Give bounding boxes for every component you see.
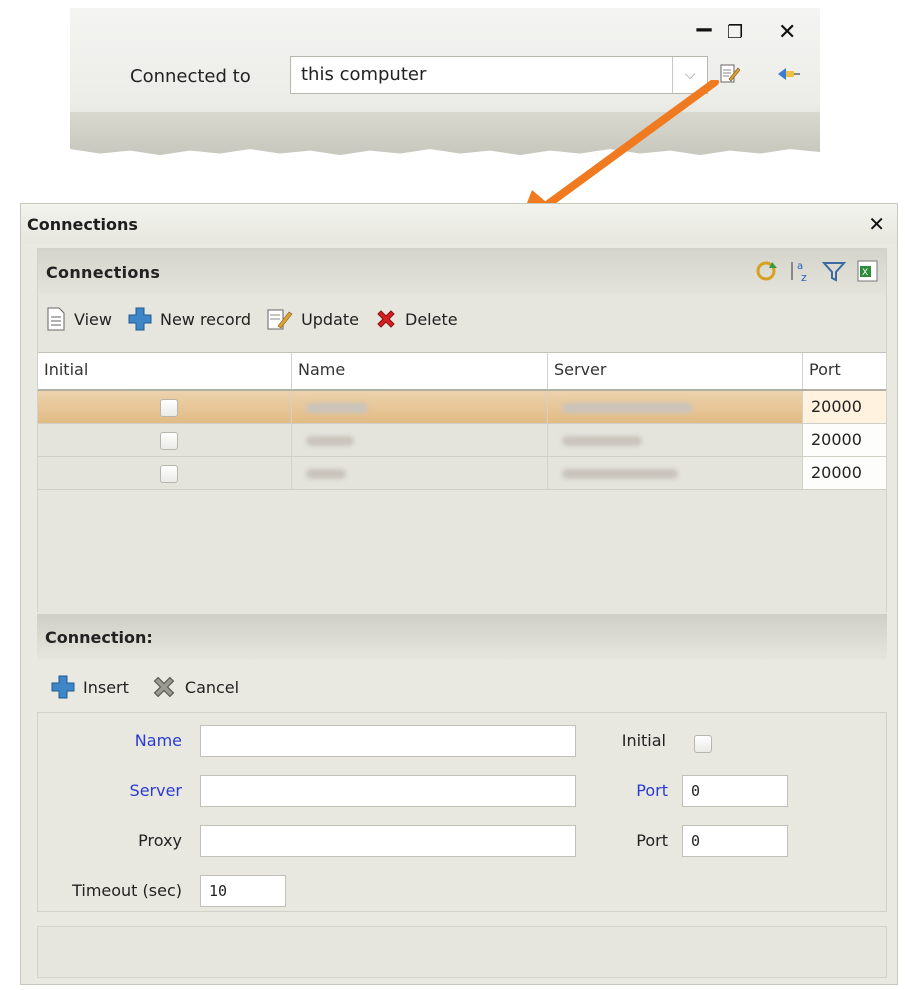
column-header-server[interactable]: Server [548, 353, 803, 389]
port-field[interactable]: 0 [682, 775, 788, 807]
port-label: Port [636, 781, 668, 800]
blurred-server [562, 402, 692, 413]
new-record-button[interactable]: New record [128, 307, 251, 331]
name-label: Name [134, 731, 182, 750]
initial-checkbox[interactable] [160, 464, 178, 483]
proxy-label: Proxy [138, 831, 182, 850]
delete-x-icon [377, 310, 395, 328]
blurred-name [306, 468, 346, 479]
plug-icon[interactable] [778, 66, 800, 82]
connection-form-header: Connection: [37, 614, 887, 660]
connection-form-toolbar: Insert Cancel [51, 674, 239, 700]
connection-select-value: this computer [301, 64, 427, 85]
proxy-port-field[interactable]: 0 [682, 825, 788, 857]
insert-button[interactable]: Insert [51, 674, 129, 700]
initial-checkbox[interactable] [160, 398, 178, 417]
port-cell: 20000 [803, 424, 886, 456]
name-field[interactable] [200, 725, 576, 757]
table-row[interactable]: 20000 [38, 391, 886, 424]
table-row[interactable]: 20000 [38, 457, 886, 490]
minimize-icon[interactable]: ‒ [695, 14, 713, 44]
dialog-title: Connections [27, 215, 138, 234]
delete-button[interactable]: Delete [375, 308, 458, 330]
close-window-icon[interactable]: ✕ [778, 20, 796, 45]
view-button[interactable]: View [46, 307, 112, 331]
connections-table: Initial Name Server Port 20000 20000 200… [38, 352, 886, 620]
insert-label: Insert [83, 677, 129, 697]
cancel-x-icon [153, 676, 175, 698]
connections-panel-header: Connections az X [38, 249, 886, 295]
initial-checkbox[interactable] [694, 735, 712, 753]
update-label: Update [301, 309, 360, 329]
blurred-server [562, 468, 678, 479]
connection-form: Name Initial Server Port 0 Proxy Port 0 … [37, 712, 887, 912]
new-record-label: New record [159, 309, 252, 329]
refresh-icon[interactable] [754, 259, 778, 283]
connection-form-title: Connection: [45, 628, 153, 647]
connections-toolbar: View New record Update Delete [46, 307, 458, 331]
connections-panel: Connections az X View New record Update [37, 248, 887, 620]
timeout-label: Timeout (sec) [72, 881, 182, 900]
dialog-titlebar: Connections ✕ [21, 204, 897, 244]
connections-dialog: Connections ✕ Connections az X View New … [20, 203, 898, 985]
excel-export-icon[interactable]: X [856, 259, 880, 283]
timeout-field[interactable]: 10 [200, 875, 286, 907]
cancel-button[interactable]: Cancel [151, 674, 239, 700]
filter-icon[interactable] [822, 259, 846, 283]
table-header: Initial Name Server Port [38, 353, 886, 391]
dialog-footer [37, 926, 887, 978]
maximize-icon[interactable]: ❐ [727, 22, 743, 43]
blurred-name [306, 402, 368, 413]
column-header-port[interactable]: Port [803, 353, 886, 389]
connected-to-label: Connected to [130, 66, 251, 87]
svg-text:X: X [862, 268, 868, 278]
sort-az-icon[interactable]: az [788, 259, 812, 283]
column-header-initial[interactable]: Initial [38, 353, 292, 389]
blurred-server [562, 435, 642, 446]
blurred-name [306, 435, 354, 446]
edit-icon [267, 309, 293, 330]
document-icon [47, 307, 65, 331]
update-button[interactable]: Update [267, 307, 359, 331]
close-icon[interactable]: ✕ [868, 212, 885, 236]
port-cell: 20000 [803, 391, 886, 423]
plus-icon [51, 675, 75, 699]
table-empty-area [38, 490, 886, 620]
proxy-field[interactable] [200, 825, 576, 857]
server-label: Server [129, 781, 182, 800]
cancel-label: Cancel [184, 677, 240, 697]
plus-icon [128, 307, 152, 331]
proxy-port-label: Port [636, 831, 668, 850]
table-row[interactable]: 20000 [38, 424, 886, 457]
svg-text:z: z [801, 271, 807, 283]
connections-panel-title: Connections [46, 263, 161, 282]
delete-label: Delete [405, 309, 458, 329]
initial-checkbox[interactable] [160, 431, 178, 450]
port-cell: 20000 [803, 457, 886, 489]
initial-label: Initial [621, 731, 666, 750]
server-field[interactable] [200, 775, 576, 807]
view-label: View [74, 309, 112, 329]
column-header-name[interactable]: Name [292, 353, 548, 389]
